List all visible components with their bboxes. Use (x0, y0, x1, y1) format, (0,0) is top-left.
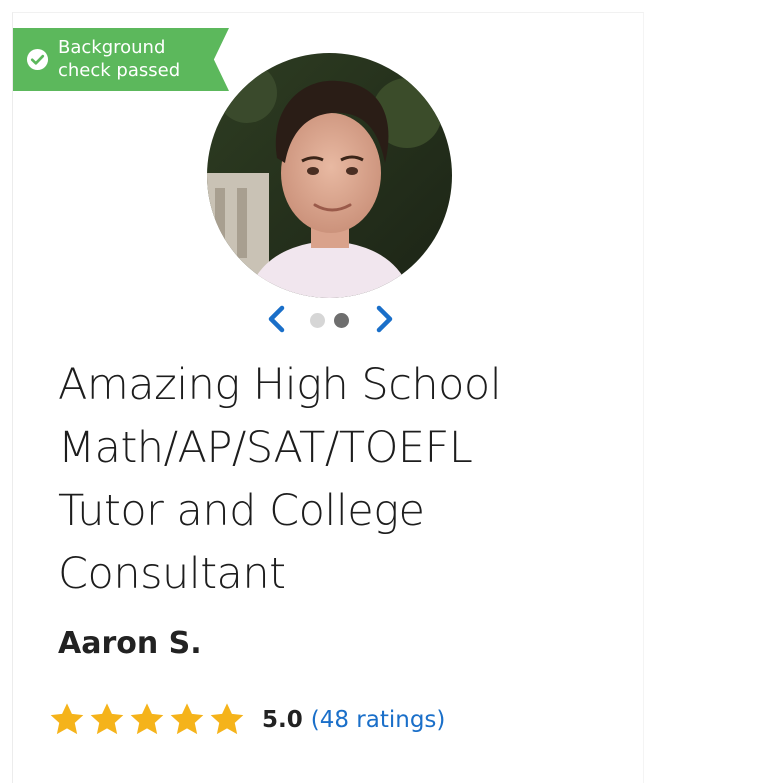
profile-title-line-4: Consultant (58, 549, 286, 599)
star-icon (50, 703, 84, 735)
carousel-dot-1[interactable] (310, 313, 325, 328)
badge-label-line-1: Background (58, 37, 166, 58)
badge-label: Background check passed (58, 36, 208, 82)
carousel-prev-button[interactable] (263, 304, 289, 334)
profile-title-line-3: Tutor and College (58, 486, 425, 536)
chevron-right-icon (376, 305, 393, 333)
tutor-name: Aaron S. (58, 626, 202, 661)
rating-value: 5.0 (262, 707, 303, 733)
ratings-count-link[interactable]: (48 ratings) (311, 707, 446, 733)
star-icon (210, 703, 244, 735)
star-rating (48, 701, 248, 739)
carousel-next-button[interactable] (372, 304, 398, 334)
profile-title: Amazing High School Math/AP/SAT/TOEFL Tu… (58, 354, 598, 606)
chevron-left-icon (268, 305, 285, 333)
tutor-photo[interactable] (207, 53, 452, 298)
carousel-dot-2-active[interactable] (334, 313, 349, 328)
badge-label-line-2: check passed (58, 60, 181, 81)
check-circle-icon (26, 48, 49, 71)
star-icon (170, 703, 204, 735)
rating-row: 5.0 (48 ratings) (48, 697, 445, 743)
star-icon (90, 703, 124, 735)
background-check-badge: Background check passed (13, 28, 229, 91)
profile-title-line-2: Math/AP/SAT/TOEFL (58, 423, 473, 473)
profile-title-line-1: Amazing High School (58, 360, 502, 410)
star-icon (130, 703, 164, 735)
